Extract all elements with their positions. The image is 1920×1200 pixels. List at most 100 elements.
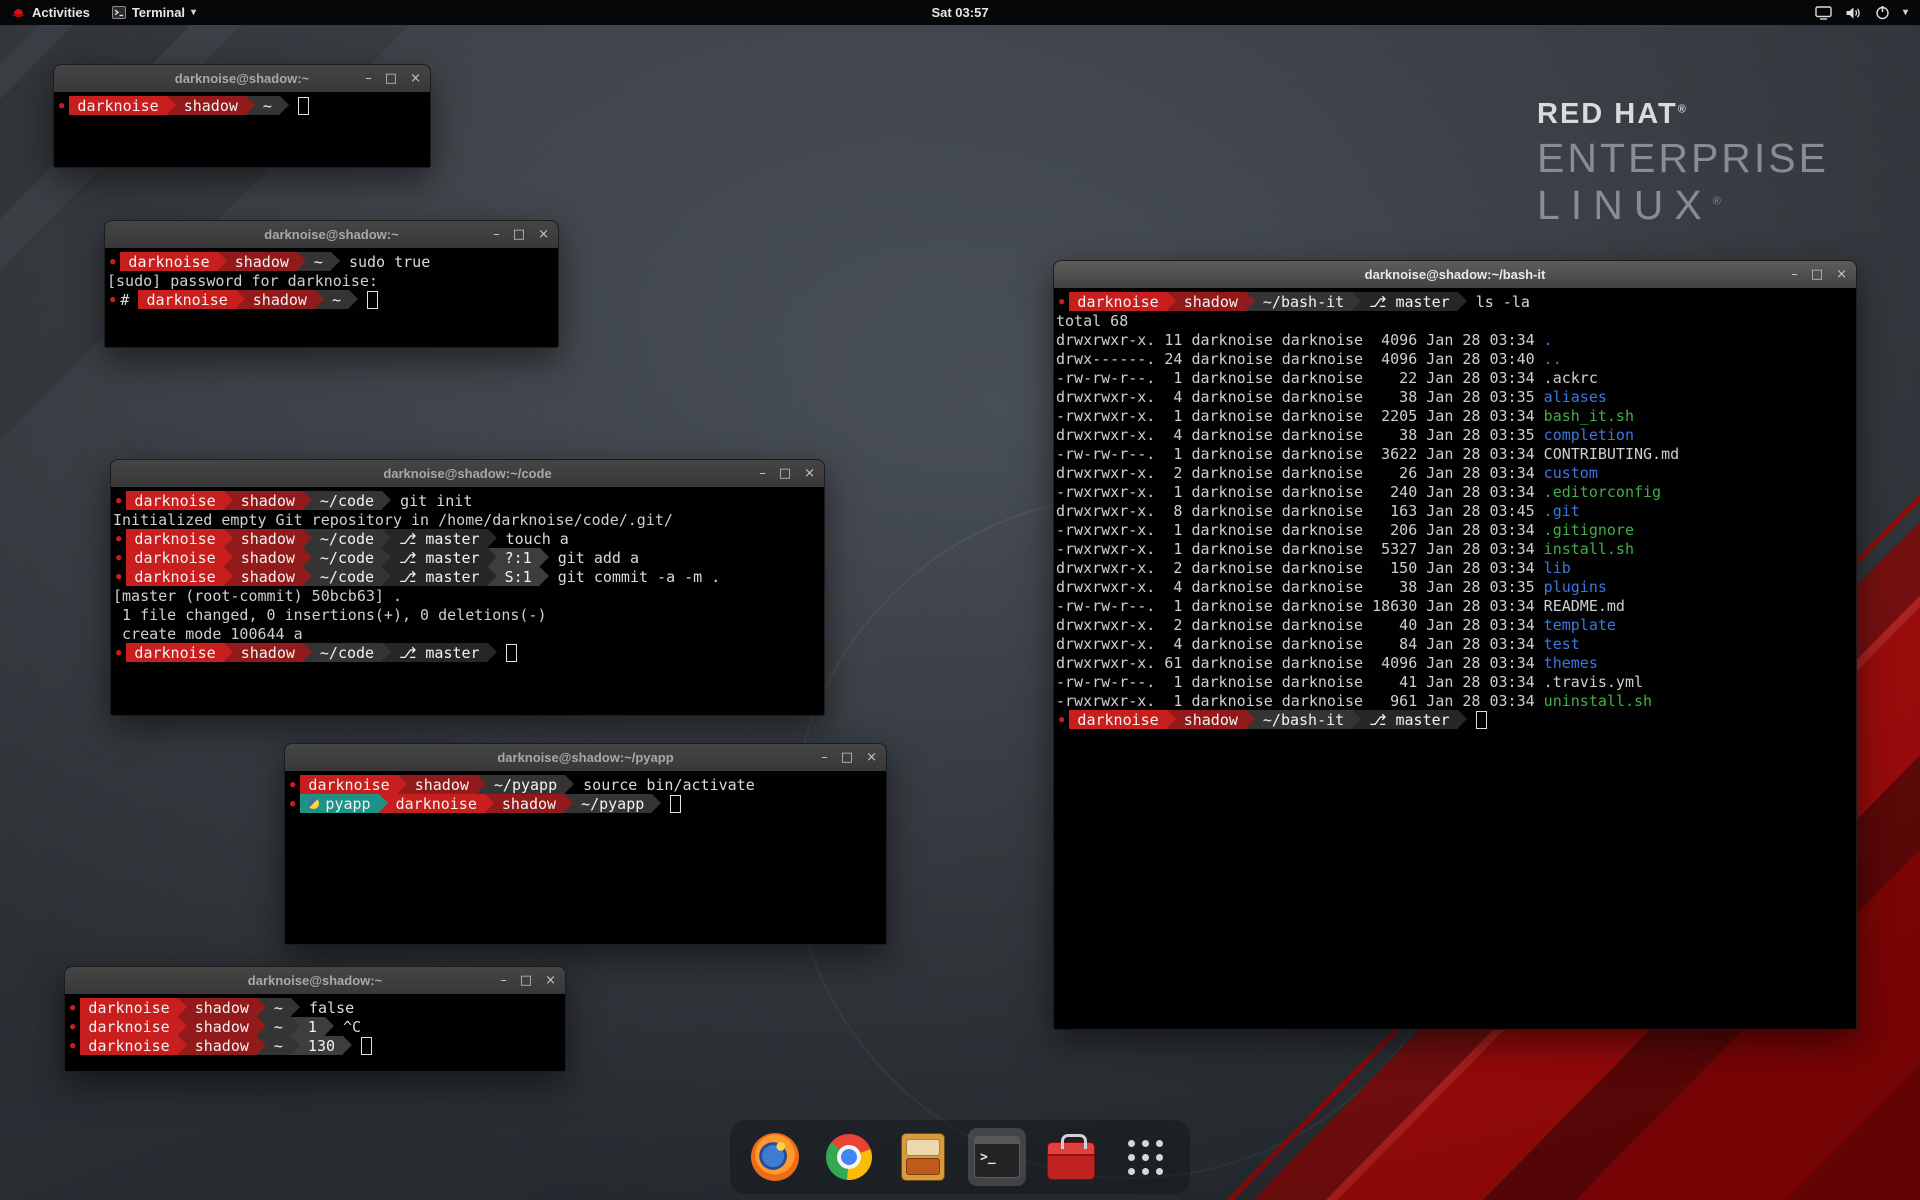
clock[interactable]: Sat 03:57: [921, 0, 998, 25]
powerline-arrow-icon: [488, 548, 497, 567]
powerline-segment: ~: [266, 998, 291, 1017]
powerline-arrow-icon: [488, 567, 497, 586]
powerline-arrow-icon: [303, 548, 312, 567]
dock-terminal[interactable]: >_: [968, 1128, 1026, 1186]
command-text: ^C: [334, 1018, 361, 1036]
window-titlebar[interactable]: darknoise@shadow:~ – □ ×: [105, 221, 558, 249]
powerline-arrow-icon: [178, 998, 187, 1017]
minimize-button[interactable]: –: [500, 974, 507, 987]
powerline-arrow-icon: [224, 491, 233, 510]
powerline-arrow-icon: [236, 290, 245, 309]
window-title: darknoise@shadow:~: [248, 973, 382, 988]
output-text: .: [1544, 331, 1553, 349]
output-text: uninstall.sh: [1544, 692, 1652, 710]
output-text: install.sh: [1544, 540, 1634, 558]
terminal-line: -rwxrwxr-x. 1 darknoise darknoise 5327 J…: [1056, 539, 1854, 558]
output-text: -rw-rw-r--. 1 darknoise darknoise 22 Jan…: [1056, 369, 1544, 387]
window-titlebar[interactable]: darknoise@shadow:~/bash-it – □ ×: [1054, 261, 1856, 289]
close-button[interactable]: ×: [1836, 268, 1847, 281]
powerline-segment: darknoise: [126, 529, 223, 548]
minimize-button[interactable]: –: [821, 751, 828, 764]
powerline-arrow-icon: [303, 491, 312, 510]
window-titlebar[interactable]: darknoise@shadow:~/code – □ ×: [111, 460, 824, 488]
output-text: [master (root-commit) 50bcb63] .: [113, 587, 402, 605]
output-text: template: [1544, 616, 1616, 634]
terminal-cursor: [298, 97, 309, 115]
close-button[interactable]: ×: [538, 228, 549, 241]
powerline-arrow-icon: [540, 548, 549, 567]
output-text: 1 file changed, 0 insertions(+), 0 delet…: [113, 606, 546, 624]
maximize-button[interactable]: □: [841, 751, 853, 764]
powerline-arrow-icon: [224, 567, 233, 586]
terminal-line: drwxrwxr-x. 8 darknoise darknoise 163 Ja…: [1056, 501, 1854, 520]
powerline-arrow-icon: [343, 1036, 352, 1055]
activities-button[interactable]: Activities: [0, 0, 101, 25]
terminal-mini-icon: [112, 6, 126, 19]
clock-label: Sat 03:57: [931, 5, 988, 20]
powerline-arrow-icon: [488, 529, 497, 548]
output-text: drwxrwxr-x. 4 darknoise darknoise 38 Jan…: [1056, 578, 1544, 596]
powerline-segment: ~: [266, 1017, 291, 1036]
close-button[interactable]: ×: [866, 751, 877, 764]
window-titlebar[interactable]: darknoise@shadow:~ – □ ×: [65, 967, 565, 995]
system-status-area[interactable]: ▾: [1807, 0, 1916, 25]
terminal-line: ●darknoiseshadow~/bash-it⎇ master ls -la: [1056, 292, 1854, 311]
maximize-button[interactable]: □: [1811, 268, 1823, 281]
maximize-button[interactable]: □: [385, 72, 397, 85]
powerline-segment: pyapp: [300, 794, 378, 813]
minimize-button[interactable]: –: [365, 72, 372, 85]
powerline-arrow-icon: [477, 775, 486, 794]
terminal-cursor: [1476, 711, 1487, 729]
dock-chrome[interactable]: [820, 1128, 878, 1186]
prompt-icon: ●: [107, 295, 120, 305]
powerline-arrow-icon: [382, 548, 391, 567]
minimize-button[interactable]: –: [1791, 268, 1798, 281]
command-text: ls -la: [1467, 293, 1530, 311]
powerline-arrow-icon: [564, 794, 573, 813]
window-titlebar[interactable]: darknoise@shadow:~ – □ ×: [54, 65, 430, 93]
terminal-content[interactable]: ●darknoiseshadow~/pyapp source bin/activ…: [285, 771, 886, 944]
powerline-arrow-icon: [167, 96, 176, 115]
powerline-segment: darknoise: [1069, 292, 1166, 311]
dock-firefox[interactable]: [746, 1128, 804, 1186]
terminal-content[interactable]: ●darknoiseshadow~/code git initInitializ…: [111, 487, 824, 715]
output-text: lib: [1544, 559, 1571, 577]
terminal-content[interactable]: ●darknoiseshadow~/bash-it⎇ master ls -la…: [1054, 288, 1856, 1029]
powerline-arrow-icon: [178, 1017, 187, 1036]
close-button[interactable]: ×: [410, 72, 421, 85]
powerline-segment: darknoise: [300, 775, 397, 794]
terminal-line: create mode 100644 a: [113, 624, 822, 643]
powerline-arrow-icon: [488, 643, 497, 662]
maximize-button[interactable]: □: [520, 974, 532, 987]
powerline-segment: S:1: [497, 567, 540, 586]
command-text: git add a: [549, 549, 639, 567]
dock-software[interactable]: [1042, 1128, 1100, 1186]
output-text: -rwxrwxr-x. 1 darknoise darknoise 5327 J…: [1056, 540, 1544, 558]
terminal-line: ●darknoiseshadow~: [56, 96, 428, 115]
app-menu-terminal[interactable]: Terminal ▾: [101, 0, 207, 25]
terminal-content[interactable]: ●darknoiseshadow~: [54, 92, 430, 167]
maximize-button[interactable]: □: [513, 228, 525, 241]
prompt-icon: ●: [67, 1041, 80, 1051]
close-button[interactable]: ×: [545, 974, 556, 987]
powerline-arrow-icon: [303, 529, 312, 548]
terminal-content[interactable]: ●darknoiseshadow~ sudo true[sudo] passwo…: [105, 248, 558, 347]
power-icon: [1875, 5, 1890, 20]
window-titlebar[interactable]: darknoise@shadow:~/pyapp – □ ×: [285, 744, 886, 772]
terminal-line: ●pyappdarknoiseshadow~/pyapp: [287, 794, 884, 813]
terminal-line: drwxrwxr-x. 4 darknoise darknoise 84 Jan…: [1056, 634, 1854, 653]
minimize-button[interactable]: –: [759, 467, 766, 480]
powerline-segment: ⎇ master: [391, 643, 488, 662]
dock-files[interactable]: [894, 1128, 952, 1186]
terminal-content[interactable]: ●darknoiseshadow~ false●darknoiseshadow~…: [65, 994, 565, 1071]
close-button[interactable]: ×: [804, 467, 815, 480]
output-text: custom: [1544, 464, 1598, 482]
dock-show-applications[interactable]: [1116, 1128, 1174, 1186]
terminal-line: ●darknoiseshadow~/code⎇ master?:1 git ad…: [113, 548, 822, 567]
terminal-window-home-1: darknoise@shadow:~ – □ × ●darknoiseshado…: [53, 64, 431, 168]
powerline-segment: ?:1: [497, 548, 540, 567]
prompt-icon: ●: [287, 799, 300, 809]
maximize-button[interactable]: □: [779, 467, 791, 480]
terminal-line: -rwxrwxr-x. 1 darknoise darknoise 240 Ja…: [1056, 482, 1854, 501]
minimize-button[interactable]: –: [493, 228, 500, 241]
